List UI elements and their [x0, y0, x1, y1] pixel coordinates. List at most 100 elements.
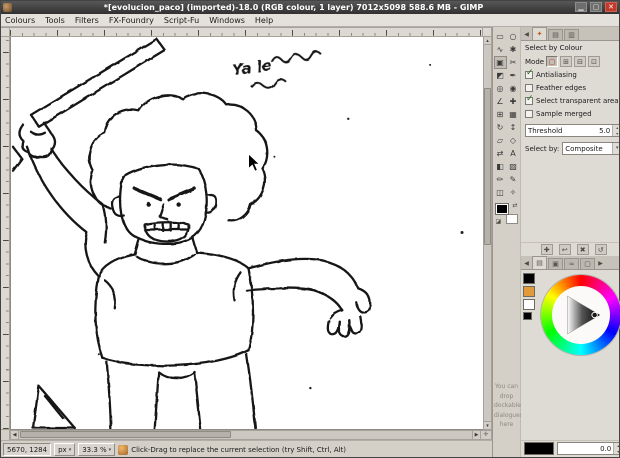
tool-scale[interactable]: ↕	[507, 121, 520, 134]
threshold-steppers[interactable]: ▴ ▾	[612, 125, 620, 136]
tool-rotate[interactable]: ↻	[494, 121, 507, 134]
menu-windows[interactable]: Windows	[204, 14, 250, 26]
tool-free-select[interactable]: ∿	[494, 43, 507, 56]
tab-scroll-left-icon[interactable]: ◀	[522, 258, 531, 269]
afro-hair	[88, 92, 269, 222]
tool-crop[interactable]: ▦	[507, 108, 520, 121]
menu-colours[interactable]: Colours	[0, 14, 40, 26]
select-by-dropdown[interactable]: Composite ▾	[562, 142, 620, 155]
horizontal-ruler[interactable]	[10, 27, 483, 37]
close-button[interactable]: ✕	[605, 2, 617, 12]
mode-add-button[interactable]: ⊞	[560, 56, 573, 67]
dock-menu-icon[interactable]: ▾	[616, 29, 620, 40]
threshold-slider[interactable]: Threshold 5.0 ▴ ▾	[525, 124, 620, 137]
tool-colour-picker[interactable]: ◎	[494, 82, 507, 95]
vertical-ruler[interactable]	[0, 37, 10, 430]
feather-edges-checkbox[interactable]: Feather edges	[525, 83, 620, 93]
tool-paths[interactable]: ✒	[507, 69, 520, 82]
horizontal-scroll-thumb[interactable]	[20, 431, 232, 438]
tool-text[interactable]: A	[507, 147, 520, 160]
menu-script-fu[interactable]: Script-Fu	[159, 14, 204, 26]
menu-filters[interactable]: Filters	[70, 14, 104, 26]
horizontal-scrollbar[interactable]: ◀ ▶	[10, 430, 481, 440]
tab-gradients[interactable]: ▢	[580, 258, 595, 269]
current-colour-swatch[interactable]	[524, 442, 554, 455]
tool-zoom[interactable]: ◉	[507, 82, 520, 95]
sample-merged-checkbox[interactable]: Sample merged	[525, 109, 620, 119]
colour-value-spinner[interactable]: 0.0 ▴ ▾	[557, 442, 620, 455]
maximize-button[interactable]: ▢	[590, 2, 602, 12]
unit-dropdown[interactable]: px ▾	[54, 443, 76, 456]
select-transparent-checkbox[interactable]: ✓ Select transparent areas	[525, 95, 620, 106]
tab-brushes[interactable]: ▣	[548, 258, 563, 269]
tool-gradient[interactable]: ▨	[507, 160, 520, 173]
tab-colours[interactable]: ▤	[532, 256, 547, 269]
tool-options-panel: Select by Colour Mode ▢ ⊞ ⊟ ⊡ ✓ Antialia…	[521, 41, 620, 242]
tab-patterns[interactable]: ≈	[564, 258, 579, 269]
vertical-scroll-thumb[interactable]	[484, 87, 491, 245]
select-by-value: Composite	[565, 144, 603, 153]
menu-tools[interactable]: Tools	[40, 14, 70, 26]
value-steppers[interactable]: ▴ ▾	[613, 443, 620, 454]
tool-flip[interactable]: ⇄	[494, 147, 507, 160]
tab-histogram[interactable]: ▥	[564, 29, 579, 40]
save-options-button[interactable]: ✚	[540, 244, 553, 255]
swap-colors-icon[interactable]: ⇄	[512, 203, 517, 209]
delete-options-button[interactable]: ✖	[576, 244, 589, 255]
tool-ellipse-select[interactable]: ○	[507, 30, 520, 43]
check-mark: ✓	[526, 68, 534, 78]
tool-scissors-select[interactable]: ✂	[507, 56, 520, 69]
zoom-dropdown[interactable]: 33.3 % ▾	[78, 443, 116, 456]
tool-move[interactable]: ✚	[507, 95, 520, 108]
mode-replace-button[interactable]: ▢	[546, 56, 559, 67]
colour-swatch-small[interactable]	[523, 312, 532, 320]
tool-foreground-select[interactable]: ◩	[494, 69, 507, 82]
tool-paintbrush[interactable]: ✎	[507, 173, 520, 186]
tab-scroll-right-icon[interactable]: ▶	[596, 258, 605, 269]
background-color-swatch[interactable]	[505, 214, 518, 224]
menu-help[interactable]: Help	[250, 14, 278, 26]
scroll-up-icon[interactable]: ▴	[484, 37, 491, 45]
tool-perspective[interactable]: ◇	[507, 134, 520, 147]
tab-scroll-left-icon[interactable]: ◀	[522, 29, 531, 40]
tab-device-status[interactable]: ▤	[548, 29, 563, 40]
tool-pencil[interactable]: ✏	[494, 173, 507, 186]
minimize-button[interactable]: ▁	[575, 2, 587, 12]
brushes-icon: ▣	[552, 260, 559, 268]
tool-airbrush[interactable]: ✧	[507, 186, 520, 199]
tab-tool-options[interactable]: ✦	[532, 27, 547, 40]
fg-bg-color-widget[interactable]: ⇄ ◪	[494, 203, 518, 225]
navigation-button[interactable]: ✛	[481, 430, 492, 440]
foreground-color-swatch[interactable]	[494, 203, 509, 215]
colour-swatch-white[interactable]	[523, 299, 535, 310]
tool-measure[interactable]: ∠	[494, 95, 507, 108]
mode-intersect-button[interactable]: ⊡	[588, 56, 601, 67]
tool-shear[interactable]: ▱	[494, 134, 507, 147]
colour-swatch-black[interactable]	[523, 273, 535, 284]
tool-align[interactable]: ⊞	[494, 108, 507, 121]
hsv-triangle[interactable]	[552, 286, 611, 344]
mode-subtract-button[interactable]: ⊟	[574, 56, 587, 67]
tool-rectangle-select[interactable]: ▭	[494, 30, 507, 43]
corner-scribble	[31, 384, 77, 429]
scroll-right-icon[interactable]: ▶	[472, 431, 480, 439]
scroll-left-icon[interactable]: ◀	[11, 431, 19, 439]
tool-eraser[interactable]: ◫	[494, 186, 507, 199]
hue-ring[interactable]	[541, 275, 620, 355]
vertical-scrollbar[interactable]: ▴ ▾	[483, 37, 492, 430]
colour-selector-panel	[521, 270, 620, 440]
tool-bucket-fill[interactable]: ◧	[494, 160, 507, 173]
spin-down-icon[interactable]: ▾	[613, 130, 620, 136]
reset-options-button[interactable]: ↺	[594, 244, 607, 255]
image-canvas[interactable]: Ya le	[10, 37, 483, 430]
scroll-down-icon[interactable]: ▾	[484, 421, 491, 429]
restore-options-button[interactable]: ↩	[558, 244, 571, 255]
tool-fuzzy-select[interactable]: ✱	[507, 43, 520, 56]
reset-colors-icon[interactable]: ◪	[496, 219, 502, 225]
dock-menu-icon[interactable]: ▾	[616, 258, 620, 269]
colour-swatch-orange[interactable]	[523, 286, 535, 297]
menu-fx-foundry[interactable]: FX-Foundry	[104, 14, 159, 26]
spin-down-icon[interactable]: ▾	[614, 448, 620, 454]
tool-select-by-colour[interactable]: ▣	[493, 56, 507, 69]
antialiasing-checkbox[interactable]: ✓ Antialiasing	[525, 68, 620, 80]
